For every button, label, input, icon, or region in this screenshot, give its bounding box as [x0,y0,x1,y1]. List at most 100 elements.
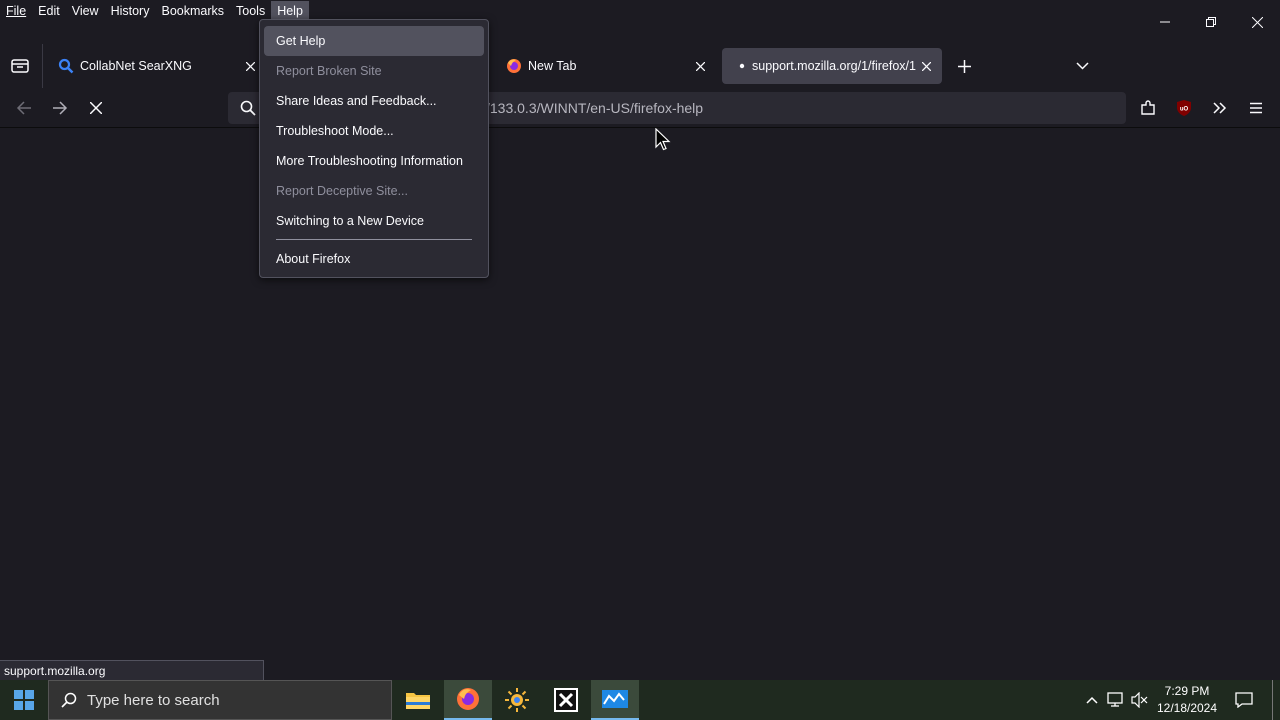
menu-history[interactable]: History [105,1,156,21]
search-icon [240,100,256,116]
tab-close-button[interactable] [690,56,710,76]
puzzle-piece-icon [1141,100,1155,115]
menu-item-troubleshoot-mode[interactable]: Troubleshoot Mode... [264,116,484,146]
help-menu-popup: Get Help Report Broken Site Share Ideas … [259,19,489,278]
window-controls [1142,0,1280,44]
menu-item-about-firefox[interactable]: About Firefox [264,244,484,274]
search-icon [61,692,77,708]
navigation-toolbar: /133.0.3/WINNT/en-US/firefox-help uO [0,88,1280,128]
close-icon [90,102,102,114]
firefox-view-icon [11,59,29,73]
menu-history-label: History [110,4,150,18]
network-tray-button[interactable] [1106,680,1126,720]
tab-support-mozilla[interactable]: support.mozilla.org/1/firefox/1 [722,48,942,84]
taskbar-file-explorer[interactable] [394,680,442,720]
close-window-button[interactable] [1234,0,1280,44]
action-center-button[interactable] [1232,680,1256,720]
clock-time: 7:29 PM [1164,684,1210,698]
firefox-icon [457,688,479,710]
menu-view[interactable]: View [66,1,105,21]
menu-file[interactable]: File [0,1,32,21]
menu-edit-label: Edit [38,4,60,18]
restore-button[interactable] [1188,0,1234,44]
menu-help[interactable]: Help [271,1,309,21]
back-button[interactable] [12,96,36,120]
firefox-view-button[interactable] [8,54,32,78]
tab-separator [42,44,43,88]
taskbar-clock[interactable]: 7:29 PM 12/18/2024 [1150,683,1224,717]
menu-item-report-deceptive-site: Report Deceptive Site... [264,176,484,206]
terminal-app-icon [554,688,578,712]
menu-item-share-ideas[interactable]: Share Ideas and Feedback... [264,86,484,116]
sun-app-icon [505,688,529,712]
taskbar-search-box[interactable]: Type here to search [48,680,392,720]
tab-close-button[interactable] [240,56,260,76]
restore-icon [1206,17,1216,27]
extensions-button[interactable] [1136,96,1160,120]
menu-bookmarks[interactable]: Bookmarks [155,1,230,21]
search-icon [58,58,74,74]
minimize-icon [1160,21,1170,23]
clock-date: 12/18/2024 [1156,701,1218,715]
close-icon [921,61,931,71]
windows-logo-icon [14,690,34,710]
mouse-cursor-icon [655,128,671,151]
folder-icon [406,693,430,709]
tab-collabnet-searxng[interactable]: CollabNet SearXNG [46,48,266,84]
menu-item-label: Troubleshoot Mode... [276,124,394,138]
tab-close-button[interactable] [916,56,936,76]
taskbar-app-sun[interactable] [493,680,541,720]
list-all-tabs-button[interactable] [1072,56,1092,76]
taskbar-app-terminal[interactable] [542,680,590,720]
tab-title: CollabNet SearXNG [80,59,192,73]
close-icon [695,61,705,71]
taskbar-app-chart[interactable] [591,680,639,720]
windows-taskbar: Type here to search 7:29 PM 12/18/2024 [0,680,1280,720]
new-tab-button[interactable] [954,56,974,76]
menu-item-label: Share Ideas and Feedback... [276,94,437,108]
menu-edit[interactable]: Edit [32,1,66,21]
close-icon [1251,16,1263,28]
arrow-left-icon [16,101,31,115]
menu-item-label: About Firefox [276,252,351,266]
show-desktop-divider[interactable] [1272,680,1273,720]
overflow-menu-button[interactable] [1208,96,1232,120]
menu-item-switching-device[interactable]: Switching to a New Device [264,206,484,236]
stop-button[interactable] [84,96,108,120]
menu-item-label: Report Deceptive Site... [276,184,409,198]
menu-tools[interactable]: Tools [230,1,271,21]
menu-separator [276,239,472,240]
arrow-right-icon [53,101,68,115]
volume-tray-button[interactable] [1130,680,1150,720]
ublock-origin-button[interactable]: uO [1172,96,1196,120]
chevron-up-icon [1086,696,1098,704]
network-icon [1107,692,1123,707]
menu-item-report-broken-site: Report Broken Site [264,56,484,86]
menu-item-more-troubleshooting[interactable]: More Troubleshooting Information [264,146,484,176]
menu-item-label: More Troubleshooting Information [276,154,463,168]
close-icon [245,61,255,71]
minimize-button[interactable] [1142,0,1188,44]
url-text: /133.0.3/WINNT/en-US/firefox-help [486,100,704,116]
menu-bar: File Edit View History Bookmarks Tools H… [0,0,1280,22]
firefox-icon [506,58,522,74]
svg-text:uO: uO [1180,107,1189,113]
menu-item-label: Get Help [276,34,326,48]
menu-file-label: File [6,4,27,18]
chart-app-icon [602,690,628,708]
menu-item-get-help[interactable]: Get Help [264,26,484,56]
start-button[interactable] [0,680,48,720]
menu-help-label: Help [277,4,303,18]
tab-title: support.mozilla.org/1/firefox/1 [752,59,916,73]
menu-bookmarks-label: Bookmarks [161,4,225,18]
show-hidden-icons-button[interactable] [1082,680,1102,720]
app-menu-button[interactable] [1244,96,1268,120]
hamburger-menu-icon [1250,102,1262,114]
ublock-origin-icon: uO [1177,100,1191,116]
plus-icon [957,59,971,73]
tab-new-tab[interactable]: New Tab [494,48,716,84]
forward-button[interactable] [48,96,72,120]
taskbar-firefox[interactable] [444,680,492,720]
notification-icon [1235,692,1253,708]
search-placeholder: Type here to search [87,691,220,709]
